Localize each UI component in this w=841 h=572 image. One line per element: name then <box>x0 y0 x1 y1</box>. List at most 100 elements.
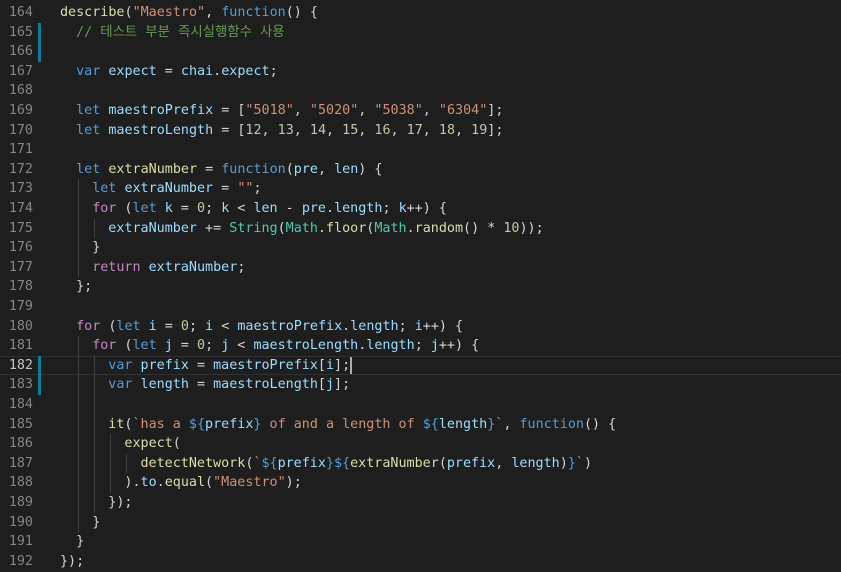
code-line[interactable]: 179 <box>0 297 841 317</box>
code-text: return extraNumber; <box>92 258 245 278</box>
code-editor[interactable]: 164 describe("Maestro", function() {165//… <box>0 0 841 572</box>
code-token: < <box>229 338 254 354</box>
code-line[interactable]: 182 var prefix = maestroPrefix[i]; <box>0 355 841 376</box>
code-token: describe <box>60 5 125 20</box>
code-token: maestroLength <box>108 122 214 138</box>
code-line[interactable]: 183 var length = maestroLength[j]; <box>0 375 841 395</box>
code-token: = [ <box>213 122 246 138</box>
code-token: [ <box>317 357 326 373</box>
code-token: maestroPrefix <box>237 318 343 334</box>
indent-guide <box>78 355 80 376</box>
code-token: ]; <box>487 103 504 118</box>
code-token: ; <box>253 181 262 197</box>
code-line[interactable]: 165 // 테스트 부분 즉시실행함수 사용 <box>0 22 841 43</box>
code-text: describe("Maestro", function() { <box>60 3 318 23</box>
code-token: String <box>229 220 278 236</box>
code-token: ++) { <box>422 318 464 334</box>
indent-guide <box>94 453 96 474</box>
code-line[interactable]: 178}; <box>0 277 841 297</box>
code-line[interactable]: 187 detectNetwork(`${prefix}${extraNumber… <box>0 453 841 474</box>
code-line[interactable]: 192}); <box>0 552 841 572</box>
code-token: it <box>108 416 125 432</box>
code-token: let <box>92 181 117 197</box>
code-token: . <box>342 318 351 334</box>
indent-guide <box>94 355 96 376</box>
indent-guide <box>94 375 96 395</box>
code-token: ( <box>124 5 133 20</box>
code-line[interactable]: 190} <box>0 512 841 533</box>
code-text: let extraNumber = ""; <box>92 179 261 199</box>
code-token: random <box>414 220 464 236</box>
code-line[interactable]: 166 <box>0 42 841 62</box>
code-line[interactable]: 189}); <box>0 493 841 513</box>
text-cursor <box>350 356 352 374</box>
code-line[interactable]: 175 extraNumber += String(Math.floor(Math… <box>0 218 841 239</box>
code-token: = <box>197 161 222 177</box>
code-line[interactable]: 168 <box>0 81 841 101</box>
code-token: ( <box>277 220 286 236</box>
code-line[interactable]: 164 describe("Maestro", function() { <box>0 3 841 23</box>
code-text: it(`has a ${prefix} of and a length of $… <box>108 415 616 435</box>
indent-guide <box>126 453 128 474</box>
code-line[interactable]: 172 let extraNumber = function(pre, len) … <box>0 160 841 180</box>
code-token: `has a <box>132 416 189 432</box>
code-token: 16 <box>374 122 391 138</box>
code-token: extraNumber <box>350 455 439 471</box>
code-token: 10 <box>503 220 520 236</box>
code-line[interactable]: 180 for (let i = 0; i < maestroPrefix.len… <box>0 317 841 337</box>
line-number: 180 <box>8 318 33 334</box>
code-token: += <box>196 220 230 236</box>
code-token: prefix <box>446 455 496 471</box>
code-line[interactable]: 167 var expect = chai.expect; <box>0 62 841 82</box>
code-line[interactable]: 174 for (let k = 0; k < len - pre.length;… <box>0 199 841 219</box>
code-line[interactable]: 171 <box>0 140 841 160</box>
code-line[interactable]: 177 return extraNumber; <box>0 257 841 278</box>
code-token: 18 <box>438 122 456 138</box>
code-token: ]; <box>334 357 351 373</box>
code-text: }); <box>60 552 84 572</box>
indent-guide <box>78 257 80 278</box>
code-line[interactable]: 185 it(`has a ${prefix} of and a length o… <box>0 414 841 435</box>
code-line[interactable]: 188).to.equal("Maestro"); <box>0 473 841 493</box>
code-token: prefix <box>205 416 254 432</box>
line-number: 170 <box>8 122 33 138</box>
code-line[interactable]: 181 for (let j = 0; j < maestroLength.len… <box>0 336 841 356</box>
code-token: maestroLength <box>253 338 359 354</box>
indent-guide <box>94 473 96 493</box>
code-line[interactable]: 169 let maestroPrefix = ["5018", "5020", … <box>0 101 841 121</box>
code-text: }); <box>108 493 132 513</box>
code-token: () { <box>583 416 617 432</box>
code-line[interactable]: 170 let maestroLength = [12, 13, 14, 15, … <box>0 121 841 141</box>
code-line[interactable]: 176} <box>0 238 841 258</box>
code-line[interactable]: 173 let extraNumber = ""; <box>0 179 841 199</box>
code-token: [ <box>317 377 326 393</box>
code-token: length <box>366 338 415 354</box>
code-line[interactable]: 186 expect( <box>0 434 841 454</box>
code-token: len <box>253 201 278 216</box>
indent-guide <box>94 218 96 239</box>
line-number: 192 <box>8 553 33 569</box>
code-token: ( <box>172 436 181 452</box>
code-text: let extraNumber = function(pre, len) { <box>76 160 382 180</box>
line-number: 184 <box>8 397 33 412</box>
code-token: j <box>164 338 173 354</box>
code-line[interactable]: 191} <box>0 532 841 552</box>
code-token: length <box>350 318 399 334</box>
code-line[interactable]: 184 <box>0 395 841 415</box>
code-token: , <box>293 122 310 138</box>
code-token: } <box>92 514 101 530</box>
code-token: Math <box>374 220 407 236</box>
code-token: , <box>261 122 278 138</box>
code-token: length <box>334 201 383 216</box>
code-text: expect( <box>124 434 180 454</box>
code-token: ; <box>188 318 206 334</box>
code-token: , <box>317 161 335 177</box>
indent-guide <box>94 493 96 513</box>
code-token: expect <box>221 63 270 79</box>
line-number: 164 <box>8 5 33 20</box>
code-text: for (let k = 0; k < len - pre.length; k+… <box>92 199 447 219</box>
code-token: var <box>108 377 133 393</box>
code-token: 13 <box>277 122 294 138</box>
indent-guide <box>78 179 80 199</box>
